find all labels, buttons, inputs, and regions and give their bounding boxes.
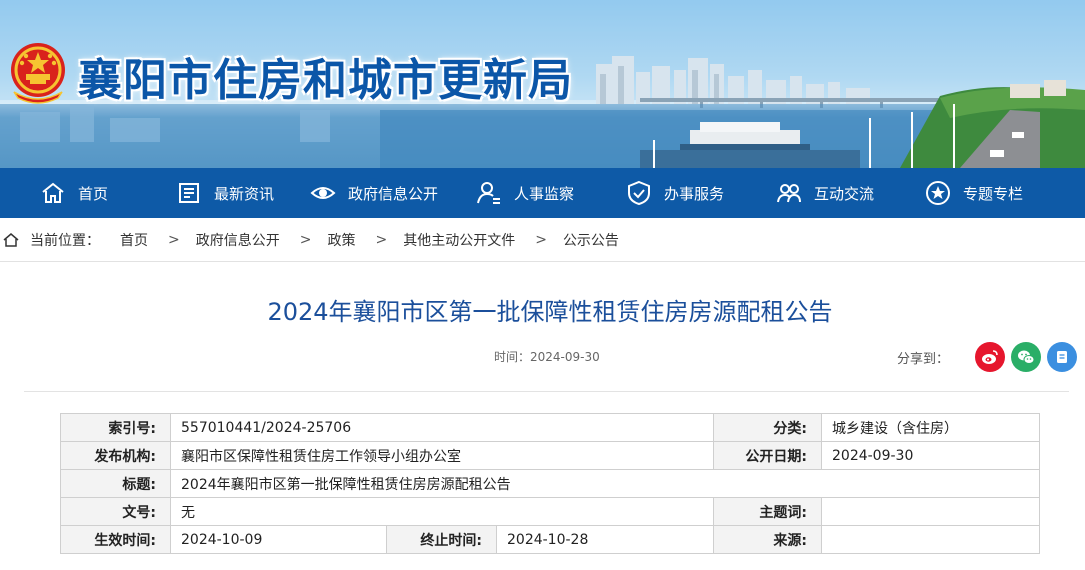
docno-label: 文号: xyxy=(60,497,171,526)
home-icon xyxy=(3,232,19,247)
breadcrumb-separator: > xyxy=(375,231,388,248)
index-value: 557010441/2024-25706 xyxy=(170,413,714,442)
nav-item-interaction[interactable]: 互动交流 xyxy=(776,168,874,218)
header-divider xyxy=(24,391,1069,392)
effective-label: 生效时间: xyxy=(60,525,171,554)
qzone-share-button[interactable] xyxy=(1047,342,1078,372)
person-icon xyxy=(477,182,500,204)
site-title: 襄阳市住房和城市更新局 xyxy=(78,55,573,106)
publish-date: 时间：2024-09-30 xyxy=(494,350,600,364)
breadcrumb-item-home[interactable]: 首页 xyxy=(120,230,148,250)
source-label: 来源: xyxy=(713,525,822,554)
nav-item-label: 首页 xyxy=(78,184,109,203)
nav-item-services[interactable]: 办事服务 xyxy=(626,168,724,218)
breadcrumb-separator: > xyxy=(535,231,547,248)
source-value xyxy=(821,525,1040,554)
title-label: 标题: xyxy=(60,469,171,498)
table-row: 生效时间: 2024-10-09 终止时间: 2024-10-28 来源: xyxy=(60,525,1040,554)
nav-item-topics[interactable]: 专题专栏 xyxy=(925,168,1023,218)
nav-item-label: 互动交流 xyxy=(814,184,875,203)
nav-item-label: 政府信息公开 xyxy=(348,184,439,203)
weibo-icon xyxy=(982,350,998,364)
table-row: 标题: 2024年襄阳市区第一批保障性租赁住房房源配租公告 xyxy=(60,469,1040,498)
title-value: 2024年襄阳市区第一批保障性租赁住房房源配租公告 xyxy=(170,469,1040,498)
keywords-label: 主题词: xyxy=(713,497,822,526)
category-label: 分类: xyxy=(713,413,822,442)
pubdate-label: 公开日期: xyxy=(713,441,822,470)
index-label: 索引号: xyxy=(60,413,171,442)
nav-item-news[interactable]: 最新资讯 xyxy=(176,168,274,218)
weibo-share-button[interactable] xyxy=(975,342,1006,372)
qzone-icon xyxy=(1057,351,1068,363)
publisher-label: 发布机构: xyxy=(60,441,171,470)
nav-item-label: 最新资讯 xyxy=(214,184,275,203)
publisher-value: 襄阳市区保障性租赁住房工作领导小组办公室 xyxy=(170,441,714,470)
article-title: 2024年襄阳市区第一批保障性租赁住房房源配租公告 xyxy=(267,298,833,326)
star-icon xyxy=(926,181,950,205)
national-emblem-icon xyxy=(6,40,70,106)
table-row: 索引号: 557010441/2024-25706 分类: 城乡建设（含住房） xyxy=(60,413,1040,442)
table-row: 发布机构: 襄阳市区保障性租赁住房工作领导小组办公室 公开日期: 2024-09… xyxy=(60,441,1040,470)
nav-item-label: 专题专栏 xyxy=(963,184,1024,203)
nav-item-label: 人事监察 xyxy=(514,184,575,203)
document-info-table: 索引号: 557010441/2024-25706 分类: 城乡建设（含住房） … xyxy=(60,413,1040,554)
end-value: 2024-10-28 xyxy=(496,525,714,554)
news-icon xyxy=(179,183,199,203)
table-row: 文号: 无 主题词: xyxy=(60,497,1040,526)
nav-item-label: 办事服务 xyxy=(664,184,725,203)
breadcrumb: 当前位置： 首页 > 政府信息公开 > 政策 > 其他主动公开文件 > 公示公告 xyxy=(0,218,1085,262)
nav-item-home[interactable]: 首页 xyxy=(40,168,108,218)
people-icon xyxy=(777,184,801,203)
shield-icon xyxy=(628,180,650,206)
main-nav: 首页 最新资讯 政府信息公开 人事监察 办事服务 互动交流 专题专栏 xyxy=(0,168,1085,218)
breadcrumb-item-notices[interactable]: 公示公告 xyxy=(563,230,619,250)
end-label: 终止时间: xyxy=(386,525,497,554)
keywords-value xyxy=(821,497,1040,526)
docno-value: 无 xyxy=(170,497,714,526)
home-icon xyxy=(42,182,64,203)
effective-value: 2024-10-09 xyxy=(170,525,387,554)
eye-icon xyxy=(310,187,336,199)
site-banner: 襄阳市住房和城市更新局 xyxy=(0,0,1085,168)
breadcrumb-prefix: 当前位置： xyxy=(30,232,100,249)
share-label: 分享到： xyxy=(897,351,950,367)
breadcrumb-item-other-files[interactable]: 其他主动公开文件 xyxy=(403,230,515,250)
wechat-share-button[interactable] xyxy=(1011,342,1042,372)
share-bar: 分享到： xyxy=(897,342,1078,372)
wechat-icon xyxy=(1018,350,1035,364)
category-value: 城乡建设（含住房） xyxy=(821,413,1040,442)
breadcrumb-item-gov-info[interactable]: 政府信息公开 xyxy=(196,230,280,250)
nav-item-gov-info[interactable]: 政府信息公开 xyxy=(310,168,438,218)
breadcrumb-separator: > xyxy=(299,231,312,248)
breadcrumb-separator: > xyxy=(168,231,180,248)
pubdate-value: 2024-09-30 xyxy=(821,441,1040,470)
breadcrumb-item-policy[interactable]: 政策 xyxy=(327,230,355,250)
nav-item-personnel[interactable]: 人事监察 xyxy=(476,168,574,218)
